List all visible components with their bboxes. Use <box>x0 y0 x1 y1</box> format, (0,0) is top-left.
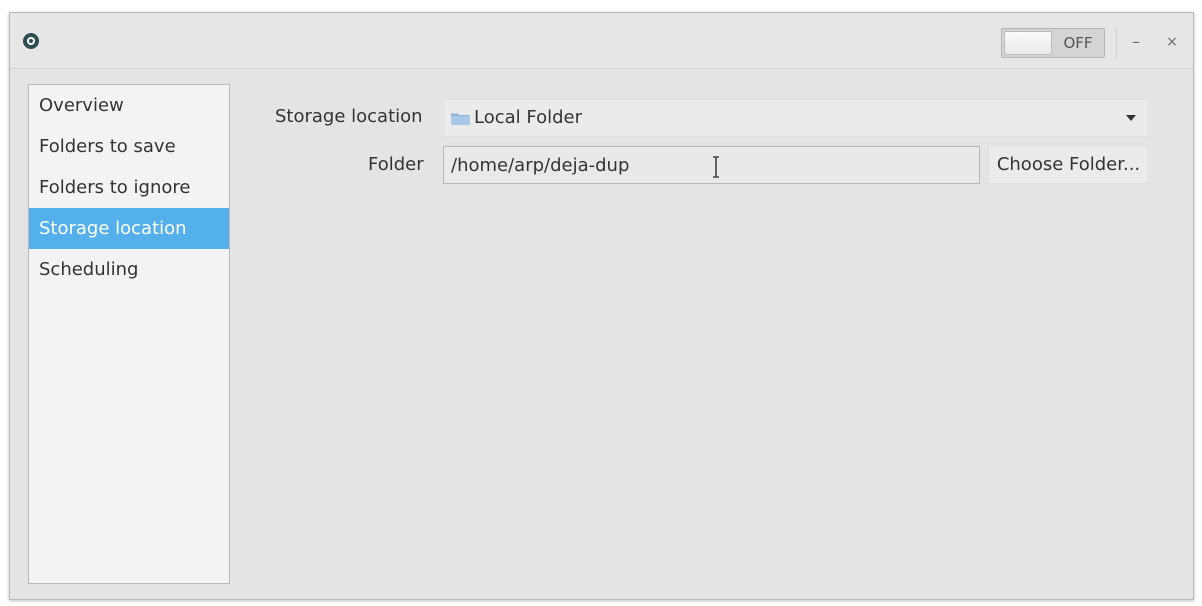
chevron-down-icon <box>1126 115 1136 121</box>
sidebar-item-scheduling[interactable]: Scheduling <box>29 249 229 290</box>
preferences-window: OFF – × Overview Folders to save Folders… <box>9 12 1194 600</box>
folder-label: Folder <box>368 154 424 175</box>
sidebar-item-storage-location[interactable]: Storage location <box>29 208 229 249</box>
app-logo-icon <box>23 33 39 49</box>
sidebar-item-folders-to-ignore[interactable]: Folders to ignore <box>29 167 229 208</box>
sidebar: Overview Folders to save Folders to igno… <box>28 84 230 584</box>
storage-location-label: Storage location <box>275 106 423 127</box>
toggle-state-label: OFF <box>1063 34 1093 52</box>
toggle-knob[interactable] <box>1004 31 1052 55</box>
close-icon: × <box>1166 34 1178 50</box>
choose-folder-button[interactable]: Choose Folder... <box>988 146 1149 184</box>
storage-location-value: Local Folder <box>474 107 582 128</box>
sidebar-item-overview[interactable]: Overview <box>29 85 229 126</box>
folder-icon <box>451 113 470 125</box>
minimize-icon: – <box>1132 32 1140 51</box>
folder-path-input[interactable] <box>443 146 980 184</box>
automatic-backup-toggle[interactable]: OFF <box>1001 28 1105 58</box>
titlebar-separator <box>1116 27 1117 59</box>
title-bar: OFF – × <box>10 13 1193 69</box>
close-button[interactable]: × <box>1160 30 1184 54</box>
minimize-button[interactable]: – <box>1124 30 1148 54</box>
storage-location-dropdown[interactable]: Local Folder <box>443 99 1149 137</box>
sidebar-item-folders-to-save[interactable]: Folders to save <box>29 126 229 167</box>
